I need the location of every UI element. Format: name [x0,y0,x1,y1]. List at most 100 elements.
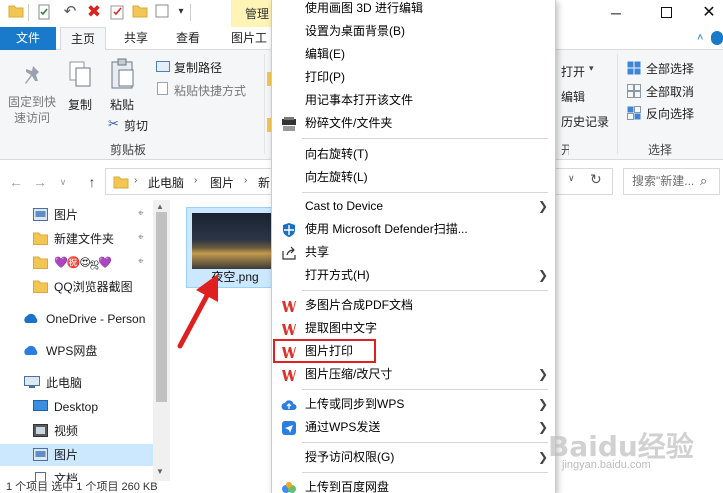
chevron-down-icon[interactable]: ∨ [55,172,71,192]
menu-item-set-wallpaper[interactable]: 设置为桌面背景(B) [272,20,554,43]
menu-item-label: 提取图中文字 [305,321,378,335]
nav-scrollbar-thumb[interactable] [156,212,167,402]
menu-item-edit-paint3d[interactable]: 使用画图 3D 进行编辑 [272,0,554,20]
status-text: 1 个项目 选中 1 个项目 260 KB [6,481,158,493]
cut-button[interactable]: 剪切 [124,117,148,134]
file-thumbnail [192,213,276,269]
forward-arrow-icon[interactable]: → [32,172,48,192]
tab-share[interactable]: 共享 [114,27,158,50]
menu-item-compress-resize[interactable]: 图片压缩/改尺寸 ❯ [272,363,554,386]
menu-item-label: 打开方式(H) [305,268,370,282]
nav-item-videos[interactable]: 视频 [0,420,170,442]
select-none-button[interactable]: 全部取消 [646,83,694,100]
breadcrumb-this-pc[interactable]: 此电脑 [148,174,184,191]
maximize-icon[interactable] [651,3,681,23]
nav-item-pictures[interactable]: 图片 [0,204,170,226]
properties-icon[interactable] [109,4,125,20]
copy-path-button[interactable]: 复制路径 [174,59,222,76]
edit-button[interactable]: 编辑 [561,88,585,105]
menu-item-label: 编辑(E) [305,47,345,61]
nav-item-wps-drive[interactable]: WPS网盘 [0,340,170,362]
menu-separator [302,472,548,473]
checkmark-icon[interactable] [36,4,52,20]
copy-path-icon [156,61,170,72]
dropdown-arrow-icon[interactable]: ▾ [173,4,189,20]
menu-item-label: 图片压缩/改尺寸 [305,367,393,381]
back-arrow-icon[interactable]: ← [8,172,24,192]
menu-item-label: 粉碎文件/文件夹 [305,116,393,130]
share-icon [282,246,296,260]
nav-item-emoji-folder[interactable]: 💜㊗️😍ஜ💜 [0,252,170,274]
menu-item-extract-text[interactable]: 提取图中文字 [272,317,554,340]
menu-item-shred[interactable]: 粉碎文件/文件夹 [272,112,554,135]
menu-separator [302,138,548,139]
help-icon[interactable] [711,31,723,45]
menu-item-rotate-right[interactable]: 向右旋转(T) [272,143,554,166]
copy-button[interactable]: 复制 [64,96,96,113]
scroll-up-arrow-icon[interactable]: ▲ [156,202,164,211]
menu-item-rotate-left[interactable]: 向左旋转(L) [272,166,554,189]
menu-item-open-with[interactable]: 打开方式(H) ❯ [272,264,554,287]
refresh-icon[interactable]: ↻ [590,171,602,188]
tab-home[interactable]: 主页 [60,27,106,51]
breadcrumb-pictures[interactable]: 图片 [210,174,234,191]
nav-item-new-folder[interactable]: 新建文件夹 [0,228,170,250]
nav-item-this-pc[interactable]: 此电脑 [0,372,170,394]
chevron-right-icon: ❯ [538,268,549,282]
open-button[interactable]: 打开 [561,63,585,80]
nav-item-qq-screenshots[interactable]: QQ浏览器截图 [0,276,170,298]
paste-shortcut-button[interactable]: 粘贴快捷方式 [174,82,246,99]
open-group-label: 开 [561,143,569,157]
chevron-up-icon[interactable]: ˄ [697,31,711,45]
menu-item-grant-access[interactable]: 授予访问权限(G) ❯ [272,446,554,469]
nav-label: 💜㊗️😍ஜ💜 [54,257,112,269]
tab-picture-tools[interactable]: 图片工 [228,27,270,50]
menu-item-label: 向左旋转(L) [305,170,368,184]
menu-item-edit[interactable]: 编辑(E) [272,43,554,66]
folder-icon[interactable] [132,4,148,20]
menu-item-open-notepad[interactable]: 用记事本打开该文件 [272,89,554,112]
menu-item-upload-wps[interactable]: 上传或同步到WPS ❯ [272,393,554,416]
delete-icon[interactable]: ✖ [86,3,102,20]
menu-item-print[interactable]: 打印(P) [272,66,554,89]
nav-label: Desktop [54,400,99,414]
copy-icon [68,60,92,93]
menu-item-label: 通过WPS发送 [305,420,381,434]
menu-item-label: 多图片合成PDF文档 [305,298,414,312]
highlight-box [273,339,376,363]
nav-item-desktop[interactable]: Desktop [0,396,170,418]
undo-icon[interactable]: ↶ [62,4,78,20]
menu-item-share[interactable]: 共享 [272,241,554,264]
paste-shortcut-icon [157,82,168,95]
breadcrumb-new-folder[interactable]: 新 [258,174,270,191]
pin-to-quick-access-button[interactable]: 固定到快 速访问 [6,94,58,126]
menu-item-cast-to-device[interactable]: Cast to Device ❯ [272,195,554,218]
divider [617,54,618,154]
nav-item-documents[interactable]: 文档 [0,468,170,481]
select-group-label: 选择 [648,143,673,157]
menu-item-upload-baidu[interactable]: 上传到百度网盘 [272,476,554,493]
invert-selection-button[interactable]: 反向选择 [646,105,694,122]
chevron-down-icon[interactable]: ∨ [568,173,575,184]
minimize-icon[interactable]: ─ [601,3,631,23]
checkbox-icon[interactable] [154,4,170,20]
scroll-down-arrow-icon[interactable]: ▼ [156,467,164,476]
divider [264,54,265,154]
folder-icon[interactable] [8,4,24,20]
history-button[interactable]: 历史记录 [561,113,609,130]
close-icon[interactable]: ✕ [694,3,723,23]
nav-item-onedrive[interactable]: OneDrive - Person [0,308,170,330]
tab-file[interactable]: 文件 [0,27,56,50]
menu-item-defender-scan[interactable]: 使用 Microsoft Defender扫描... [272,218,554,241]
pin-icon: ⌖ [138,256,144,267]
search-icon[interactable]: ⌕ [700,173,707,189]
chevron-right-icon: ❯ [538,397,549,411]
menu-item-label: 使用画图 3D 进行编辑 [305,1,424,15]
paste-button[interactable]: 粘贴 [106,96,138,113]
nav-item-pictures-selected[interactable]: 图片 [0,444,170,466]
select-all-button[interactable]: 全部选择 [646,60,694,77]
menu-item-send-wps[interactable]: 通过WPS发送 ❯ [272,416,554,439]
tab-view[interactable]: 查看 [166,27,210,50]
up-arrow-icon[interactable]: ↑ [84,172,100,192]
menu-item-merge-pdf[interactable]: 多图片合成PDF文档 [272,294,554,317]
